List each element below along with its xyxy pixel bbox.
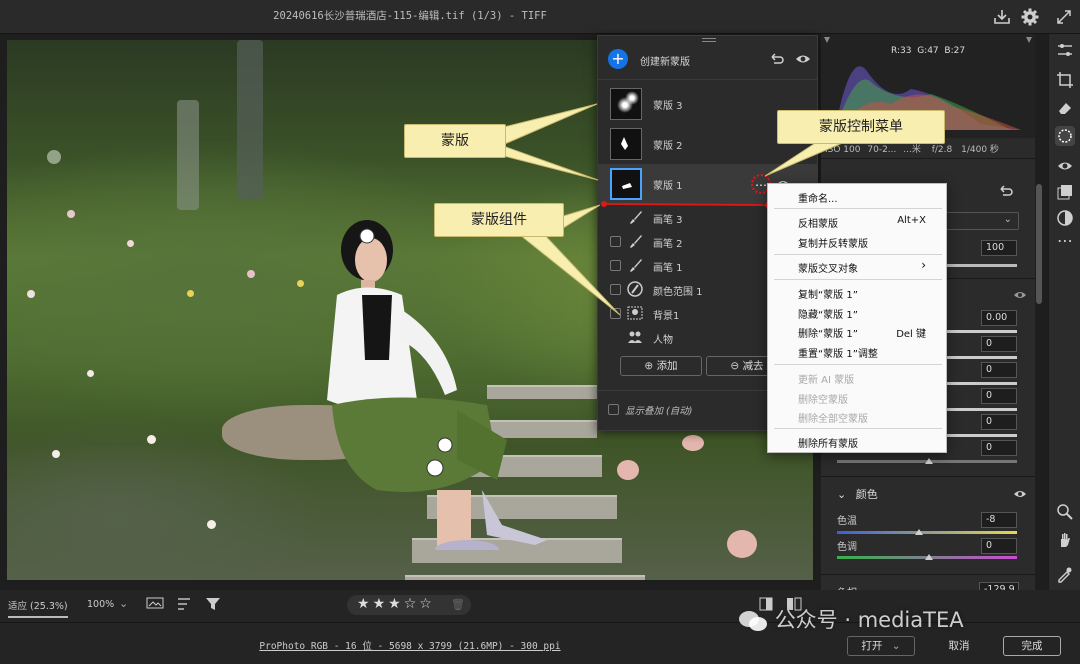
done-button[interactable]: 完成 xyxy=(1003,636,1061,656)
red-value: R:33 xyxy=(891,46,912,56)
compare-icon[interactable] xyxy=(146,596,164,612)
slider-thumb[interactable] xyxy=(915,529,923,535)
temp-label: 色温 xyxy=(837,516,857,527)
overlay-label: 显示叠加 (自动) xyxy=(625,406,693,417)
menu-delete-all-empty: 删除全部空蒙版 xyxy=(798,414,868,425)
amount-field[interactable]: 100 xyxy=(981,240,1017,256)
cancel-button[interactable]: 取消 xyxy=(925,636,993,656)
tool-strip: ⋯ xyxy=(1048,34,1080,624)
watermark: 公众号 · mediaTEA xyxy=(738,604,964,634)
panel-scrollbar[interactable] xyxy=(1036,184,1042,304)
eye-icon[interactable] xyxy=(1013,288,1027,302)
filter-icon[interactable] xyxy=(204,596,222,612)
red-eye-icon[interactable] xyxy=(1055,156,1075,176)
tint-field[interactable]: 0 xyxy=(981,538,1017,554)
eraser-icon[interactable] xyxy=(1055,98,1075,118)
menu-update-ai: 更新 AI 蒙版 xyxy=(798,375,855,386)
slider-thumb[interactable] xyxy=(925,458,933,464)
menu-reset[interactable]: 重置“蒙版 1”调整 xyxy=(798,345,878,360)
eye-icon[interactable] xyxy=(1013,487,1027,501)
star-icon[interactable]: ☆ xyxy=(419,596,435,612)
callout-pointers xyxy=(490,103,842,316)
slider-thumb[interactable] xyxy=(925,554,933,560)
shutter-value: 1/400 秒 xyxy=(961,145,999,155)
open-button[interactable]: 打开 ⌄ xyxy=(847,636,915,656)
blue-value: B:27 xyxy=(944,46,966,56)
watermark-text: 公众号 · mediaTEA xyxy=(774,608,964,632)
callout-mask: 蒙版 xyxy=(404,124,506,158)
add-button[interactable]: ⊕ 添加 xyxy=(620,356,702,376)
sort-icon[interactable] xyxy=(176,596,194,612)
snapshot-icon[interactable] xyxy=(1055,208,1075,228)
green-value: G:47 xyxy=(917,46,939,56)
star-icon[interactable]: ★ xyxy=(373,596,389,612)
temp-field[interactable]: -8 xyxy=(981,512,1017,528)
temp-slider[interactable] xyxy=(837,531,1017,534)
tint-label: 色调 xyxy=(837,542,857,553)
adjust-field-5[interactable]: 0 xyxy=(981,414,1017,430)
adjust-field-4[interactable]: 0 xyxy=(981,388,1017,404)
workflow-options-link[interactable]: ProPhoto RGB - 16 位 - 5698 x 3799 (21.6M… xyxy=(0,638,820,652)
reset-icon[interactable] xyxy=(997,182,1015,200)
rating-bar[interactable]: ★★★☆☆ 🗑 xyxy=(347,595,471,615)
chevron-down-icon: ⌄ xyxy=(1003,214,1012,225)
zoom-fit-button[interactable]: 适应 (25.3%) xyxy=(8,598,68,618)
star-icon[interactable]: ★ xyxy=(388,596,404,612)
star-rating[interactable]: ★★★☆☆ xyxy=(357,596,435,612)
chevron-down-icon[interactable]: ⌄ xyxy=(119,597,128,610)
save-icon[interactable] xyxy=(992,7,1012,27)
crop-icon[interactable] xyxy=(1055,70,1075,90)
title-bar: 20240616长沙普瑞酒店-115-编辑.tif (1/3) - TIFF xyxy=(0,0,1080,34)
eyedropper-icon[interactable] xyxy=(1055,564,1075,584)
adjust-field-1[interactable]: 0.00 xyxy=(981,310,1017,326)
hand-icon[interactable] xyxy=(1055,530,1075,550)
subtract-icon: ⊖ xyxy=(730,360,743,372)
star-icon[interactable]: ★ xyxy=(357,596,373,612)
chevron-down-icon: ⌄ xyxy=(891,640,901,652)
menu-delete-all[interactable]: 删除所有蒙版 xyxy=(798,435,858,450)
sliders-icon[interactable] xyxy=(1055,40,1075,60)
callout-mask-components: 蒙版组件 xyxy=(434,203,564,237)
color-section-header[interactable]: ⌄ 颜色 xyxy=(837,486,878,502)
zoom-100-button[interactable]: 100% xyxy=(87,599,114,610)
menu-delete-empty: 删除空蒙版 xyxy=(798,395,848,406)
adjust-field-2[interactable]: 0 xyxy=(981,336,1017,352)
star-icon[interactable]: ☆ xyxy=(404,596,420,612)
chevron-down-icon: ⌄ xyxy=(837,488,847,501)
add-icon: ⊕ xyxy=(644,360,657,372)
zoom-icon[interactable] xyxy=(1055,502,1075,522)
drag-handle[interactable] xyxy=(702,38,716,42)
subtract-label: 减去 xyxy=(742,360,764,372)
expand-icon[interactable] xyxy=(1054,7,1074,27)
callout-mask-menu: 蒙版控制菜单 xyxy=(777,110,945,144)
trash-icon[interactable]: 🗑 xyxy=(451,598,465,611)
adjust-field-6[interactable]: 0 xyxy=(981,440,1017,456)
presets-icon[interactable] xyxy=(1055,182,1075,202)
color-section-title: 颜色 xyxy=(855,488,878,501)
masking-icon[interactable] xyxy=(1055,126,1075,146)
rgb-readout: R:33 G:47 B:27 xyxy=(891,46,965,56)
add-label: 添加 xyxy=(656,360,678,372)
document-title: 20240616长沙普瑞酒店-115-编辑.tif (1/3) - TIFF xyxy=(273,10,547,22)
wechat-icon xyxy=(738,610,768,632)
gear-icon[interactable] xyxy=(1020,7,1040,27)
more-icon[interactable]: ⋯ xyxy=(1055,233,1075,254)
open-label: 打开 xyxy=(861,640,883,652)
overlay-checkbox[interactable] xyxy=(608,404,619,415)
adjust-field-3[interactable]: 0 xyxy=(981,362,1017,378)
